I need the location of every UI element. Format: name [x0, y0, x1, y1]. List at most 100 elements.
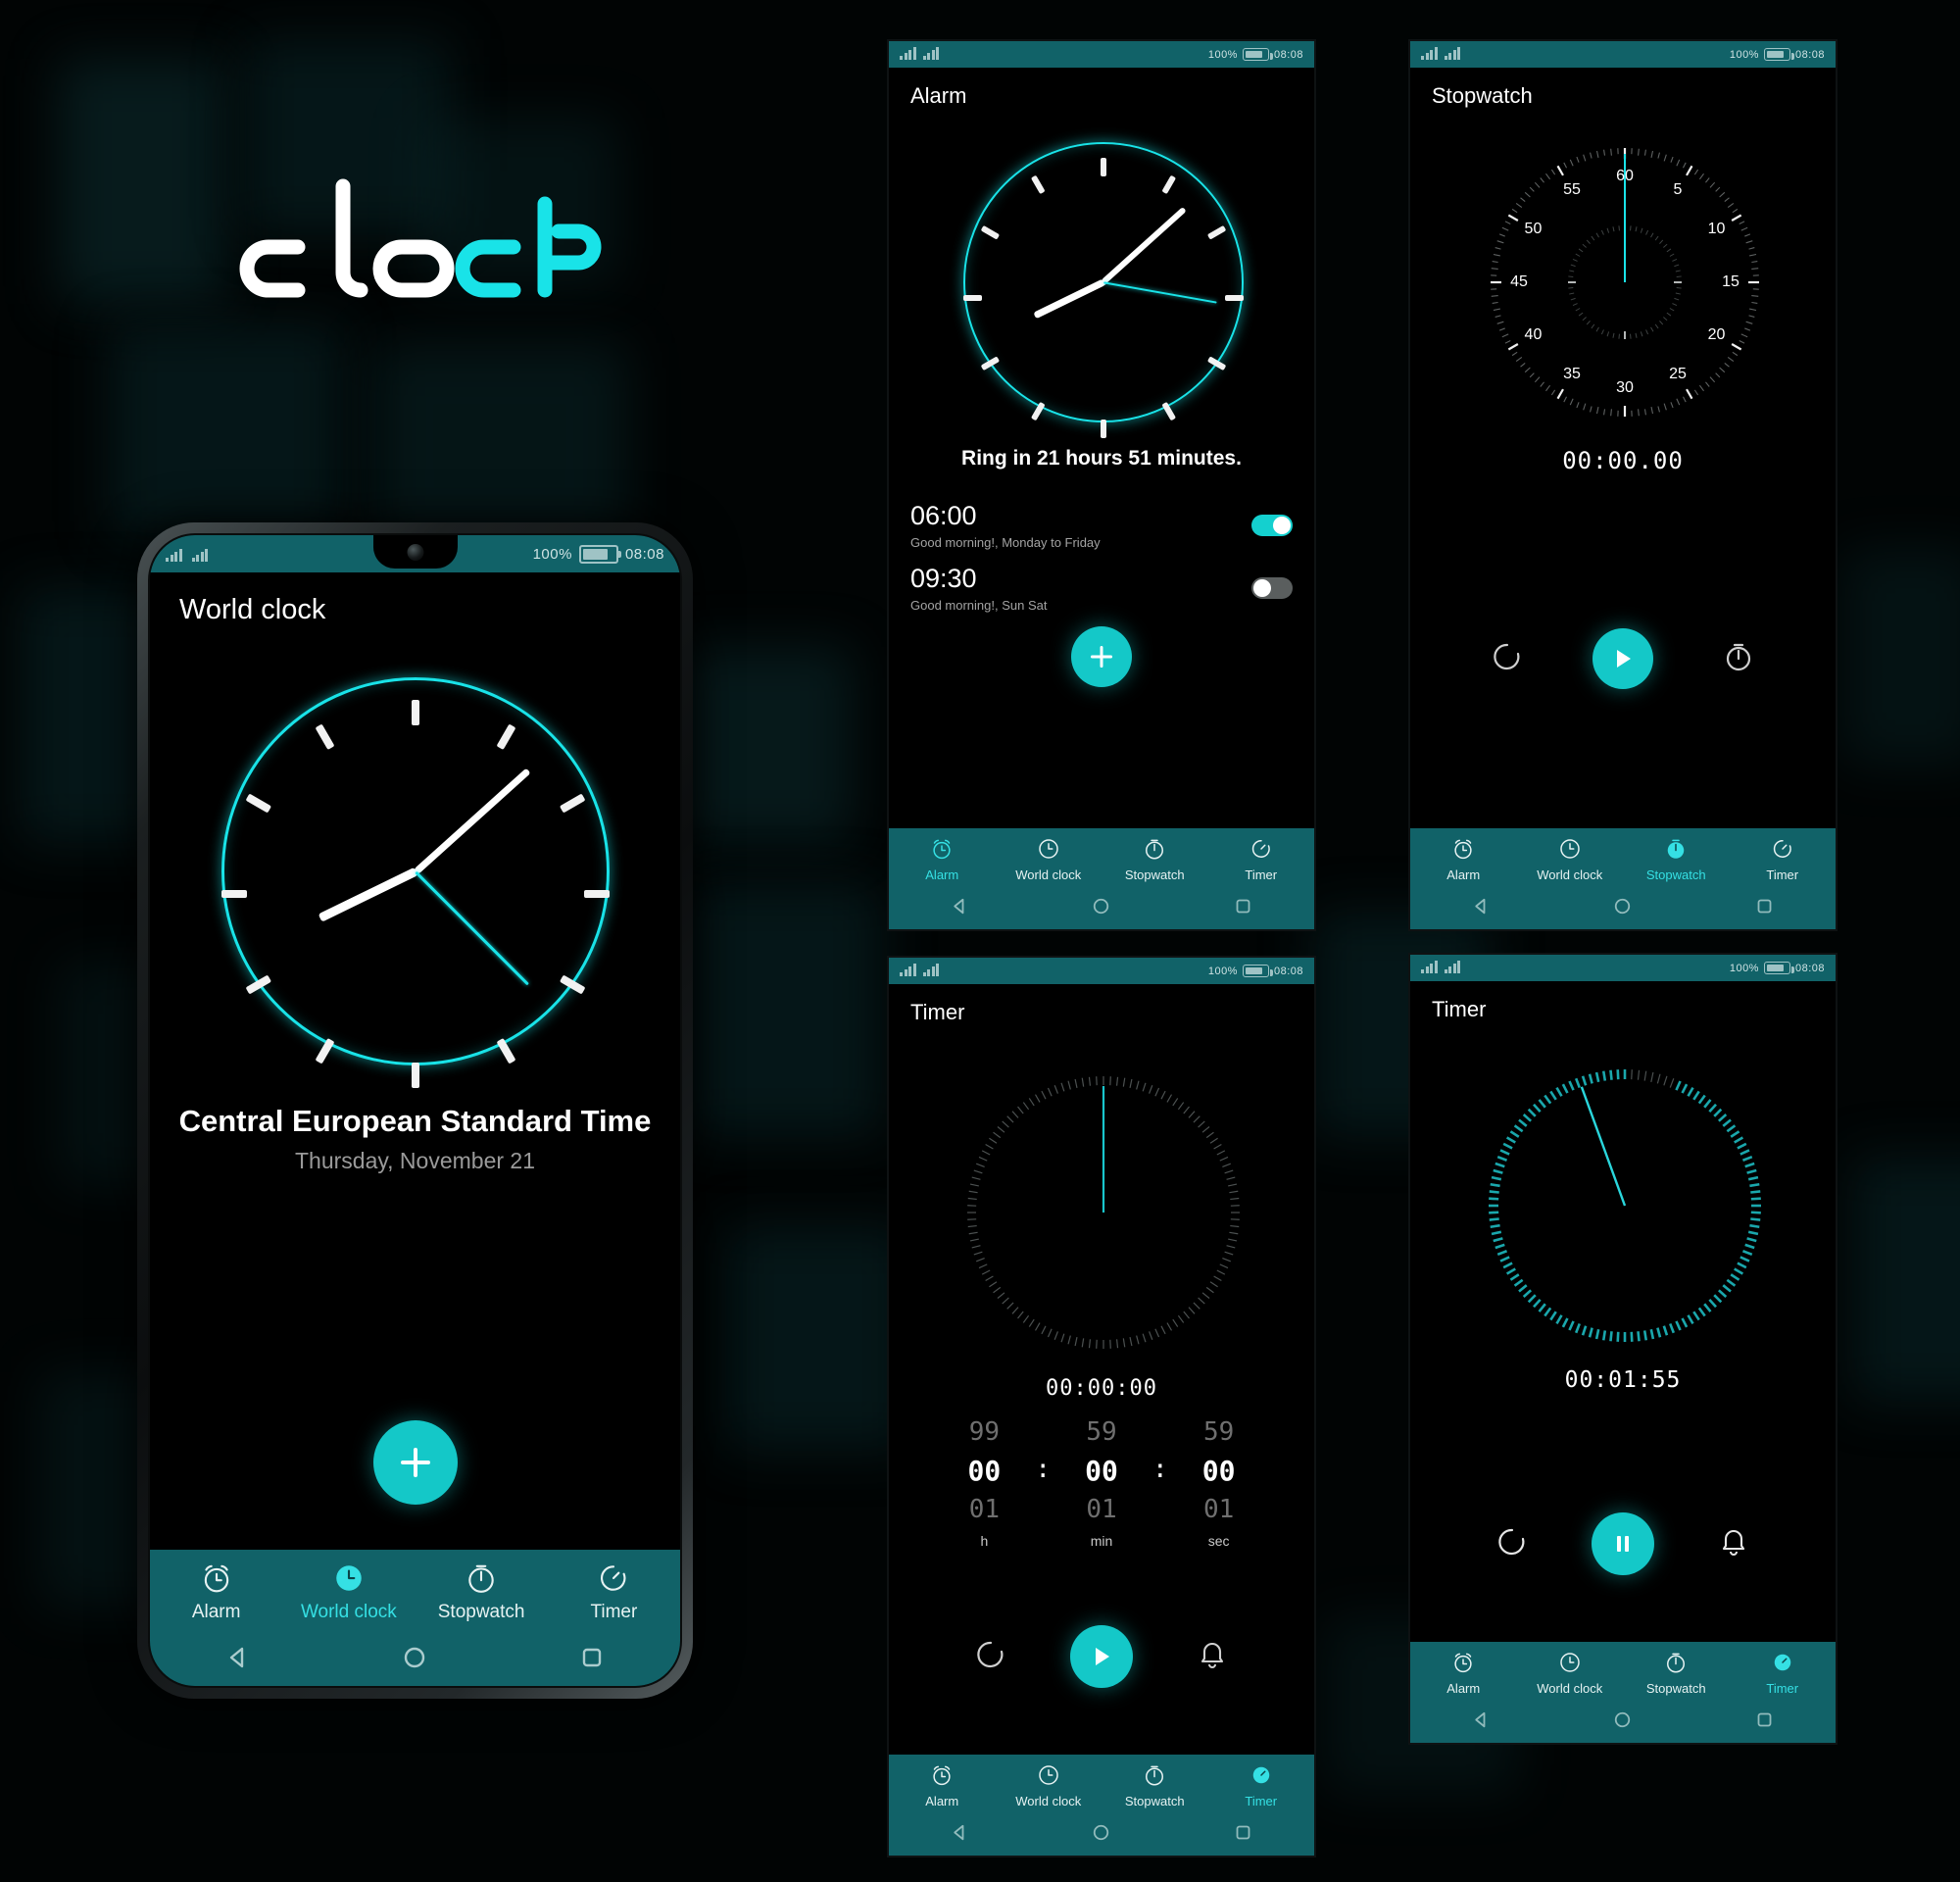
- dial-number: 45: [1510, 273, 1528, 290]
- nav-tab-timer[interactable]: Timer: [1730, 837, 1837, 882]
- signal-bars-icon-2: [191, 547, 208, 562]
- start-button[interactable]: [1592, 628, 1653, 689]
- nav-tab-world-clock[interactable]: World clock: [1517, 1651, 1624, 1696]
- nav-tab-alarm[interactable]: Alarm: [1410, 837, 1517, 882]
- nav-tab-world-clock[interactable]: World clock: [996, 837, 1102, 882]
- home-circle-icon[interactable]: [401, 1644, 428, 1676]
- nav-tab-label: World clock: [1015, 1794, 1082, 1808]
- timezone-name: Central European Standard Time: [178, 1104, 652, 1138]
- back-triangle-icon[interactable]: [1471, 1709, 1492, 1735]
- timer-picker-minutes[interactable]: 59 00 01 min: [1051, 1417, 1152, 1549]
- timer-icon: [1771, 1651, 1794, 1674]
- stopwatch-dial: 60 5 10 15 20 25 30 35 40 45 50 55: [1483, 140, 1767, 424]
- nav-tab-label: World clock: [1015, 867, 1082, 882]
- nav-tab-timer[interactable]: Timer: [1208, 837, 1315, 882]
- timer-picker-hours[interactable]: 99 00 01 h: [933, 1417, 1035, 1549]
- page-title: Timer: [910, 1000, 965, 1024]
- signal-bars-icon-1: [1421, 47, 1438, 60]
- home-circle-icon[interactable]: [1612, 896, 1633, 921]
- timer-hand: [1580, 1086, 1627, 1207]
- nav-tab-label: Alarm: [1446, 867, 1481, 882]
- page-title: World clock: [179, 594, 326, 625]
- dial-number: 15: [1722, 273, 1740, 290]
- back-triangle-icon[interactable]: [950, 896, 970, 921]
- recents-square-icon[interactable]: [578, 1644, 606, 1676]
- nav-tab-world-clock[interactable]: World clock: [282, 1561, 415, 1623]
- bottom-nav-bar: Alarm World clock Stopwatch Timer: [1410, 1642, 1836, 1743]
- seconds-unit-label: sec: [1207, 1533, 1230, 1549]
- nav-tab-alarm[interactable]: Alarm: [1410, 1651, 1517, 1696]
- reset-arrow-icon[interactable]: [1491, 640, 1524, 678]
- clock-icon: [1037, 837, 1060, 861]
- app-logo: [233, 165, 625, 302]
- nav-tab-timer[interactable]: Timer: [1730, 1651, 1837, 1696]
- alarm-row[interactable]: 06:00 Good morning!, Monday to Friday: [910, 501, 1293, 550]
- system-nav-keys: [1410, 888, 1836, 929]
- nav-tab-stopwatch[interactable]: Stopwatch: [416, 1561, 548, 1623]
- phone-device-frame: 100% 08:08 World clock Central European …: [137, 522, 693, 1699]
- recents-square-icon[interactable]: [1754, 896, 1775, 921]
- home-circle-icon[interactable]: [1612, 1709, 1633, 1735]
- dial-number: 5: [1673, 181, 1683, 199]
- start-button[interactable]: [1070, 1625, 1133, 1688]
- home-circle-icon[interactable]: [1091, 1822, 1111, 1848]
- nav-tab-world-clock[interactable]: World clock: [1517, 837, 1624, 882]
- plus-icon: [1090, 645, 1113, 669]
- alarm-toggle[interactable]: [1251, 515, 1293, 536]
- nav-tab-stopwatch[interactable]: Stopwatch: [1623, 837, 1730, 882]
- pause-button[interactable]: [1592, 1512, 1654, 1575]
- recents-square-icon[interactable]: [1233, 896, 1253, 921]
- nav-tab-stopwatch[interactable]: Stopwatch: [1102, 1763, 1208, 1808]
- nav-tab-stopwatch[interactable]: Stopwatch: [1102, 837, 1208, 882]
- clock-tick: [1225, 295, 1244, 302]
- recents-square-icon[interactable]: [1754, 1709, 1775, 1735]
- timer-picker[interactable]: 99 00 01 h : 59 00 01 min : 59 00 01 sec: [889, 1417, 1314, 1549]
- timer-dial[interactable]: [961, 1070, 1246, 1355]
- analog-clock: [221, 677, 610, 1088]
- stopwatch-controls: [1410, 628, 1836, 689]
- screen-world-clock: 100% 08:08 World clock Central European …: [150, 535, 680, 1686]
- clock-tick: [412, 1062, 419, 1088]
- bell-icon[interactable]: [1196, 1638, 1229, 1676]
- nav-tab-label: Timer: [1766, 1681, 1799, 1696]
- signal-bars-icon-2: [1444, 961, 1460, 973]
- alarm-clock-icon: [1454, 839, 1472, 860]
- bell-icon[interactable]: [1717, 1525, 1750, 1563]
- status-bar: 100% 08:08: [1410, 41, 1836, 68]
- nav-tab-stopwatch[interactable]: Stopwatch: [1623, 1651, 1730, 1696]
- reset-arrow-icon[interactable]: [1495, 1525, 1529, 1563]
- recents-square-icon[interactable]: [1233, 1822, 1253, 1848]
- home-circle-icon[interactable]: [1091, 896, 1111, 921]
- back-triangle-icon[interactable]: [224, 1644, 252, 1676]
- nav-tab-world-clock[interactable]: World clock: [996, 1763, 1102, 1808]
- timer-dial-graphic: [967, 1076, 1240, 1349]
- nav-tab-alarm[interactable]: Alarm: [150, 1561, 282, 1623]
- clock-icon: [1560, 839, 1580, 859]
- reset-arrow-icon[interactable]: [974, 1638, 1007, 1676]
- status-bar-clock: 08:08: [1794, 48, 1825, 61]
- back-triangle-icon[interactable]: [950, 1822, 970, 1848]
- nav-tab-alarm[interactable]: Alarm: [889, 837, 996, 882]
- nav-tab-timer[interactable]: Timer: [1208, 1763, 1315, 1808]
- alarm-row[interactable]: 09:30 Good morning!, Sun Sat: [910, 564, 1293, 613]
- dial-number: 55: [1563, 181, 1581, 199]
- lap-stopwatch-icon[interactable]: [1722, 640, 1755, 678]
- add-city-button[interactable]: [372, 1420, 458, 1505]
- system-nav-keys: [150, 1633, 680, 1686]
- alarm-toggle[interactable]: [1251, 577, 1293, 599]
- nav-tab-alarm[interactable]: Alarm: [889, 1763, 996, 1808]
- nav-tabs: Alarm World clock Stopwatch Timer: [889, 837, 1314, 882]
- nav-tabs: Alarm World clock Stopwatch Timer: [150, 1561, 680, 1623]
- nav-tab-label: World clock: [1537, 867, 1603, 882]
- battery-percent-label: 100%: [1207, 965, 1238, 977]
- add-alarm-button[interactable]: [1071, 626, 1132, 687]
- play-icon: [1617, 650, 1631, 668]
- status-bar: 100% 08:08: [1410, 955, 1836, 981]
- clock-tick: [315, 1037, 335, 1065]
- stopwatch-elapsed: 00:00.00: [1562, 447, 1684, 474]
- timer-picker-seconds[interactable]: 59 00 01 sec: [1168, 1417, 1270, 1549]
- nav-tab-label: World clock: [300, 1602, 397, 1622]
- screenshot-alarm: 100% 08:08 Alarm Ring in 21 hours 51 min…: [887, 39, 1316, 931]
- nav-tab-timer[interactable]: Timer: [548, 1561, 680, 1623]
- back-triangle-icon[interactable]: [1471, 896, 1492, 921]
